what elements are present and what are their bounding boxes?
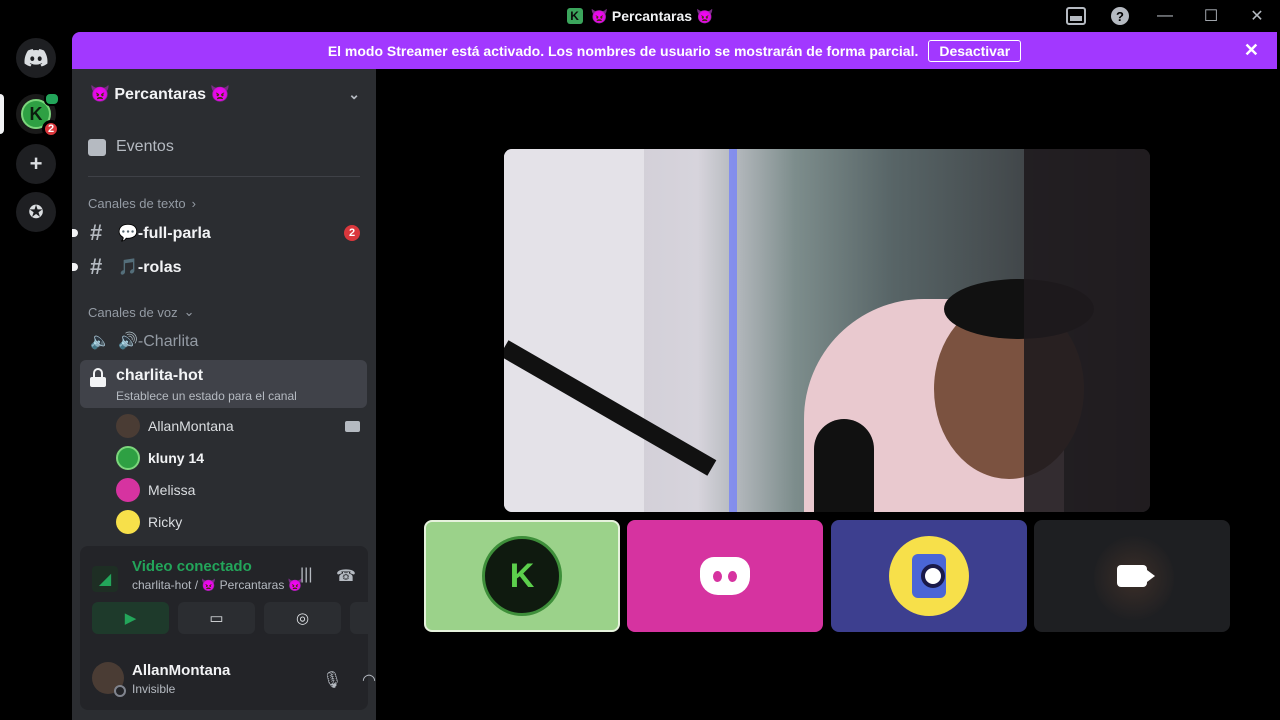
screen-share-button[interactable]: ▭ xyxy=(178,602,255,634)
main-video-feed[interactable] xyxy=(504,149,1150,512)
minimize-icon[interactable]: — xyxy=(1142,0,1188,32)
voice-channel-charlita-hot[interactable]: charlita-hot Establece un estado para el… xyxy=(80,360,367,408)
voice-user-allanmontana[interactable]: AllanMontana xyxy=(116,411,360,441)
streamer-mode-message: El modo Streamer está activado. Los nomb… xyxy=(327,42,919,59)
participant-tile-allanmontana[interactable] xyxy=(1034,520,1230,632)
discord-home-icon[interactable] xyxy=(16,38,56,78)
user-name[interactable]: AllanMontana xyxy=(132,662,230,679)
kluny-avatar: K xyxy=(482,536,562,616)
voice-user-name: Ricky xyxy=(148,514,183,530)
camera-toggle-button[interactable]: ▶ xyxy=(92,602,169,634)
channel-label: 🔊-Charlita xyxy=(118,333,199,350)
camera-icon xyxy=(1117,565,1155,587)
activity-gamepad-button[interactable]: ◎ xyxy=(264,602,341,634)
channel-label: 💬-full-parla xyxy=(118,225,211,242)
connection-title[interactable]: Video conectado xyxy=(132,558,252,575)
voice-stage: K xyxy=(376,69,1277,720)
close-icon[interactable]: ✕ xyxy=(1244,40,1259,61)
voice-category-label: Canales de voz xyxy=(88,304,178,320)
voice-category[interactable]: Canales de voz ⌄ xyxy=(88,304,195,320)
window-title: 👿 Percantaras 👿 xyxy=(590,7,714,24)
user-area: AllanMontana Invisible 🎙 ◠ ⚙ xyxy=(80,652,376,710)
noise-suppression-icon[interactable]: ||| xyxy=(300,566,312,584)
server-percantaras-icon[interactable]: K 2 xyxy=(16,92,60,138)
server-name: 👿 Percantaras 👿 xyxy=(90,86,231,103)
channel-label: 🎵-rolas xyxy=(118,259,182,276)
avatar xyxy=(116,446,140,470)
calendar-icon xyxy=(88,138,106,156)
server-list: K 2 + ✪ xyxy=(0,32,72,720)
voice-user-ricky[interactable]: Ricky xyxy=(116,507,360,537)
robot-avatar xyxy=(889,536,969,616)
events-item[interactable]: Eventos xyxy=(88,132,174,162)
chevron-down-icon: ⌄ xyxy=(183,304,195,319)
soundboard-button[interactable]: ✦ xyxy=(350,602,376,634)
streamer-mode-banner: El modo Streamer está activado. Los nomb… xyxy=(72,32,1277,69)
connection-signal-icon: ◢ xyxy=(92,566,118,592)
voice-channel-charlita[interactable]: 🔈 🔊-Charlita xyxy=(80,325,368,357)
avatar xyxy=(116,510,140,534)
active-channel-name: charlita-hot xyxy=(116,367,204,384)
unread-indicator xyxy=(72,229,78,237)
help-icon[interactable]: ? xyxy=(1098,0,1142,32)
avatar xyxy=(116,478,140,502)
voice-user-name: kluny 14 xyxy=(148,450,205,466)
divider xyxy=(88,176,360,177)
hash-icon: # xyxy=(90,254,103,279)
chevron-down-icon: ⌄ xyxy=(348,85,360,102)
channel-mention-badge: 2 xyxy=(344,225,360,241)
user-status-indicator xyxy=(114,685,126,697)
participant-tile-kluny[interactable]: K xyxy=(424,520,620,632)
voice-connection-panel: ◢ Video conectado charlita-hot / 👿 Perca… xyxy=(80,546,376,710)
maximize-icon[interactable]: ☐ xyxy=(1188,0,1234,32)
window-title-group: K 👿 Percantaras 👿 xyxy=(566,7,714,25)
disable-streamer-mode-button[interactable]: Desactivar xyxy=(928,39,1022,62)
unread-indicator xyxy=(72,263,78,271)
text-category-label: Canales de texto xyxy=(88,196,186,211)
events-label: Eventos xyxy=(116,138,174,155)
lock-icon xyxy=(90,368,106,387)
participant-tile-ricky[interactable] xyxy=(831,520,1027,632)
user-status-text: Invisible xyxy=(132,682,176,696)
channel-status-prompt[interactable]: Establece un estado para el canal xyxy=(116,389,297,403)
add-server-icon[interactable]: + xyxy=(16,144,56,184)
microphone-icon[interactable]: 🎙 xyxy=(322,670,342,690)
inbox-icon[interactable] xyxy=(1054,0,1098,32)
server-mention-badge: 2 xyxy=(42,120,60,138)
title-bar: K 👿 Percantaras 👿 ? — ☐ ✕ xyxy=(0,0,1280,32)
text-category[interactable]: Canales de texto › xyxy=(88,196,196,211)
camera-icon xyxy=(345,420,360,432)
connection-subtitle[interactable]: charlita-hot / 👿 Percantaras 👿 xyxy=(132,578,303,592)
voice-user-name: AllanMontana xyxy=(148,418,234,434)
selected-server-indicator xyxy=(0,94,4,134)
voice-user-name: Melissa xyxy=(148,482,196,498)
server-logo-icon: K xyxy=(566,8,583,24)
voice-user-kluny[interactable]: kluny 14 xyxy=(116,443,360,473)
participant-tile-melissa[interactable] xyxy=(627,520,823,632)
hash-icon: # xyxy=(90,220,103,245)
channel-rolas[interactable]: # 🎵-rolas xyxy=(72,251,368,283)
voice-user-melissa[interactable]: Melissa xyxy=(116,475,360,505)
channel-sidebar: 👿 Percantaras 👿 ⌄ Eventos Canales de tex… xyxy=(72,32,376,720)
headphones-icon[interactable]: ◠ xyxy=(362,670,376,690)
video-activity-icon xyxy=(44,92,60,106)
discord-avatar-icon xyxy=(700,557,750,595)
chevron-right-icon: › xyxy=(191,196,196,211)
explore-compass-icon[interactable]: ✪ xyxy=(16,192,56,232)
channel-full-parla[interactable]: # 💬-full-parla 2 xyxy=(72,217,368,249)
avatar xyxy=(116,414,140,438)
close-window-icon[interactable]: ✕ xyxy=(1234,0,1280,32)
speaker-icon: 🔈 xyxy=(90,333,110,350)
disconnect-icon[interactable]: ☎ xyxy=(336,566,356,586)
server-header[interactable]: 👿 Percantaras 👿 ⌄ xyxy=(72,76,376,112)
